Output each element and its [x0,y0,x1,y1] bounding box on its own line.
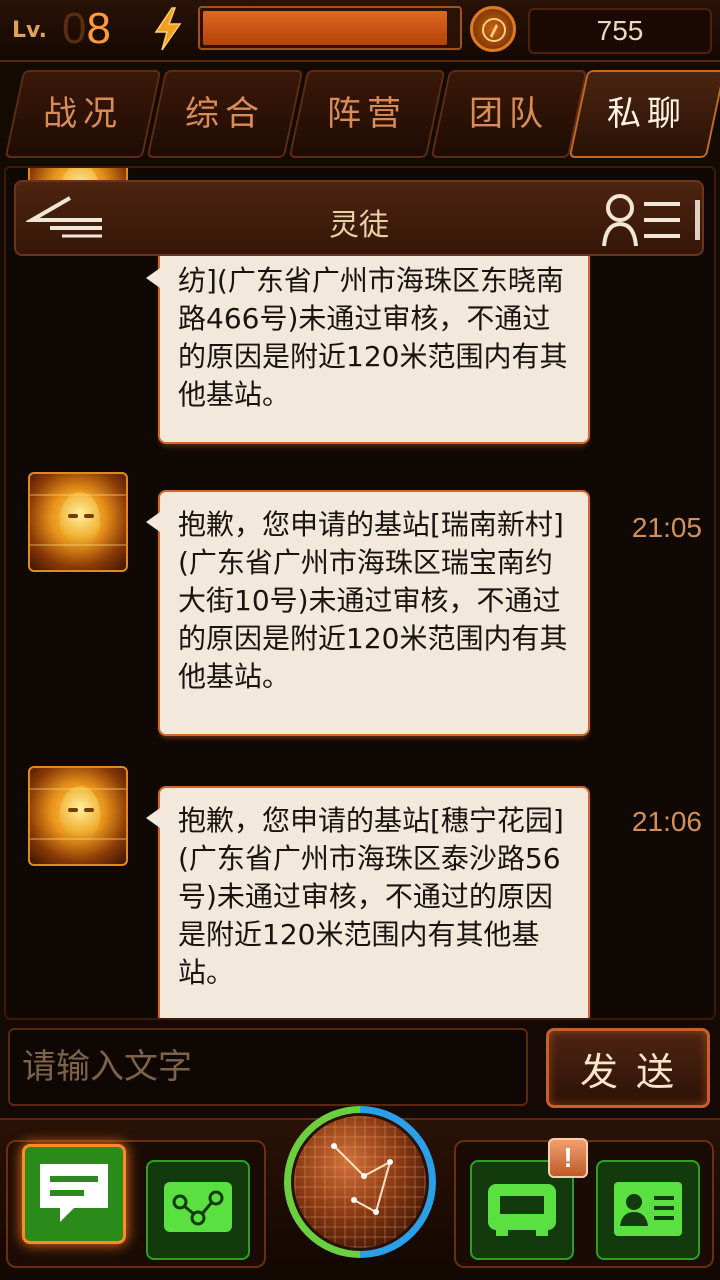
message-bubble: 纺](广东省广州市海珠区东晓南路466号)未通过审核，不通过的原因是附近120米… [146,248,588,442]
chat-bubble-icon [40,1164,108,1222]
id-card-icon [614,1182,682,1236]
avatar-face [60,786,100,842]
tab-battle-status[interactable]: 战况 [4,70,162,158]
message-input[interactable] [8,1028,528,1106]
network-map-icon [164,1182,232,1232]
profile-nav-button[interactable] [596,1160,700,1260]
alert-badge: ! [548,1138,588,1178]
message-bubble: 抱歉，您申请的基站[瑞南新村](广东省广州市海珠区瑞宝南约大街10号)未通过审核… [146,492,588,734]
tab-label: 综合 [185,94,265,134]
bottom-nav: ! [0,1106,720,1280]
tab-label: 私聊 [607,94,687,134]
message-text: 抱歉，您申请的基站[穗宁花园](广东省广州市海珠区泰沙路56号)未通过审核，不通… [178,804,564,989]
level-value-number: 8 [86,4,111,53]
tab-label: 阵营 [327,94,407,134]
globe-button[interactable] [284,1106,436,1258]
avatar-eye [84,514,94,518]
message-text: 纺](广东省广州市海珠区东晓南路466号)未通过审核，不通过的原因是附近120米… [178,264,568,411]
tab-private-chat[interactable]: 私聊 [568,70,720,158]
status-bar: Lv. 08 755 [0,0,720,62]
message-list[interactable]: 纺](广东省广州市海珠区东晓南路466号)未通过审核，不通过的原因是附近120米… [6,168,714,1018]
message-bubble: 抱歉，您申请的基站[穗宁花园](广东省广州市海珠区泰沙路56号)未通过审核，不通… [146,788,588,1018]
chat-panel: 纺](广东省广州市海珠区东晓南路466号)未通过审核，不通过的原因是附近120米… [4,166,716,1020]
avatar-scanline [30,788,126,790]
avatar-scanline [30,544,126,546]
terminal-icon [488,1184,556,1236]
lightning-icon [154,7,182,51]
level-value: 08 [62,4,111,54]
avatar-scanline [30,494,126,496]
level-label: Lv. [12,18,47,43]
globe-icon [291,1113,429,1251]
message-text: 抱歉，您申请的基站[瑞南新村](广东省广州市海珠区瑞宝南约大街10号)未通过审核… [178,508,568,693]
constellation-icon [331,1143,393,1215]
avatar-face [60,492,100,548]
coin-count: 755 [528,8,712,54]
tab-label: 团队 [469,94,549,134]
sender-avatar[interactable] [28,766,128,866]
avatar-eye [68,808,78,812]
coin-icon[interactable] [470,6,516,52]
tab-general[interactable]: 综合 [146,70,304,158]
avatar-eye [84,808,94,812]
composer: 发送 [0,1020,720,1116]
scroll-indicator [695,200,700,240]
message-time: 21:05 [631,512,702,543]
message-time: 21:06 [631,806,702,837]
route-nav-button[interactable] [146,1160,250,1260]
chat-nav-button[interactable] [22,1144,126,1244]
avatar-eye [68,514,78,518]
send-button[interactable]: 发送 [546,1028,710,1108]
avatar-scanline [30,838,126,840]
chat-header: 灵徒 [14,180,704,256]
tab-label: 战况 [43,94,123,134]
sender-avatar[interactable] [28,472,128,572]
tab-faction[interactable]: 阵营 [288,70,446,158]
level-value-leading-zero: 0 [62,4,87,53]
contacts-list-icon[interactable] [600,190,684,250]
tab-bar: 战况 综合 阵营 团队 私聊 [0,66,720,164]
tab-team[interactable]: 团队 [430,70,588,158]
energy-bar-fill [203,11,447,45]
energy-bar [198,6,462,50]
